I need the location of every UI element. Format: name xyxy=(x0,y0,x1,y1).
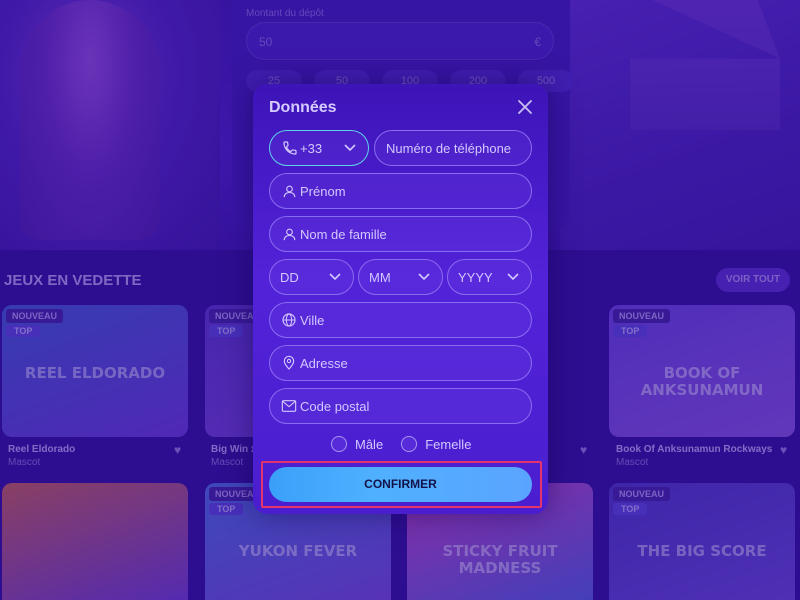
postal-code-input[interactable]: Code postal xyxy=(269,388,532,424)
globe-icon xyxy=(282,313,296,327)
chevron-down-icon xyxy=(418,273,430,281)
user-icon xyxy=(283,228,296,241)
birth-year-placeholder: YYYY xyxy=(458,270,493,285)
birth-year-select[interactable]: YYYY xyxy=(447,259,532,295)
user-icon xyxy=(283,185,296,198)
close-icon[interactable] xyxy=(516,98,534,116)
postal-code-placeholder: Code postal xyxy=(300,399,370,414)
first-name-placeholder: Prénom xyxy=(300,184,346,199)
radio-circle[interactable] xyxy=(331,436,347,452)
birth-month-select[interactable]: MM xyxy=(358,259,443,295)
chevron-down-icon xyxy=(344,144,356,152)
city-input[interactable]: Ville xyxy=(269,302,532,338)
mail-icon xyxy=(281,400,297,412)
phone-prefix-value: +33 xyxy=(300,141,323,156)
chevron-down-icon xyxy=(329,273,341,281)
first-name-input[interactable]: Prénom xyxy=(269,173,532,209)
phone-prefix-select[interactable]: +33 xyxy=(269,130,369,166)
gender-female-radio[interactable]: Femelle xyxy=(401,436,471,452)
chevron-down-icon xyxy=(507,273,519,281)
address-input[interactable]: Adresse xyxy=(269,345,532,381)
confirm-button[interactable]: CONFIRMER xyxy=(269,467,532,502)
modal-title: Données xyxy=(269,99,337,116)
address-placeholder: Adresse xyxy=(300,356,348,371)
gender-female-label: Femelle xyxy=(425,436,472,452)
city-placeholder: Ville xyxy=(300,313,325,328)
phone-icon xyxy=(283,141,297,155)
birth-day-select[interactable]: DD xyxy=(269,259,354,295)
location-pin-icon xyxy=(283,355,295,370)
personal-data-modal: Données +33 Numéro de téléphone Prénom N… xyxy=(253,84,548,514)
last-name-placeholder: Nom de famille xyxy=(300,227,387,242)
last-name-input[interactable]: Nom de famille xyxy=(269,216,532,252)
gender-male-label: Mâle xyxy=(355,436,384,452)
birth-day-placeholder: DD xyxy=(280,270,299,285)
birth-month-placeholder: MM xyxy=(369,270,391,285)
phone-number-input[interactable]: Numéro de téléphone xyxy=(374,130,532,166)
gender-male-radio[interactable]: Mâle xyxy=(331,436,383,452)
phone-number-placeholder: Numéro de téléphone xyxy=(386,141,512,156)
gender-radio-group: Mâle Femelle xyxy=(331,436,471,452)
radio-circle[interactable] xyxy=(401,436,418,452)
